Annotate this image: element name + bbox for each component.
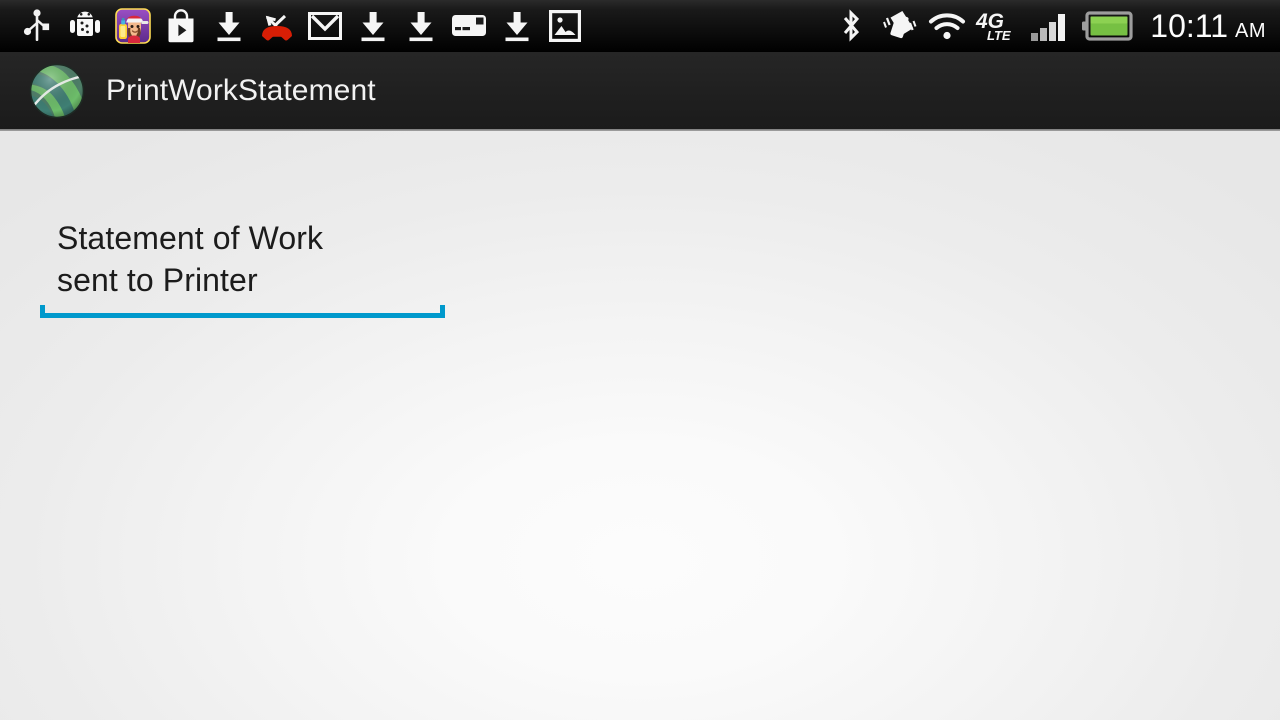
- sms-message-icon: [448, 4, 490, 48]
- underline-bar: [40, 313, 445, 318]
- android-debug-icon: [64, 4, 106, 48]
- missed-call-icon: [256, 4, 298, 48]
- vibrate-icon: [878, 4, 920, 48]
- download-icon-1: [208, 4, 250, 48]
- network-type-icon: 4G LTE: [974, 4, 1022, 48]
- play-store-icon: [160, 4, 202, 48]
- statement-text-field[interactable]: Statement of Work sent to Printer: [40, 217, 445, 318]
- clock-time: 10:11: [1150, 8, 1228, 44]
- status-bar-system-icons: 4G LTE 10:11 AM: [830, 0, 1280, 52]
- status-bar-notification-icons: [0, 0, 592, 52]
- text-field-underline: [40, 305, 445, 318]
- bluetooth-icon: [830, 4, 872, 48]
- battery-icon: [1080, 4, 1134, 48]
- gmail-icon: [304, 4, 346, 48]
- screenshot-image-icon: [544, 4, 586, 48]
- app-title: PrintWorkStatement: [106, 73, 376, 107]
- download-icon-2: [352, 4, 394, 48]
- main-content: Statement of Work sent to Printer: [0, 129, 1280, 720]
- android-screen: 4G LTE 10:11 AM PrintWorkStatement State…: [0, 0, 1280, 720]
- usb-icon: [16, 4, 58, 48]
- app-action-bar: PrintWorkStatement: [0, 52, 1280, 131]
- clock-meridiem: AM: [1235, 20, 1266, 42]
- underline-tick-right: [440, 305, 445, 318]
- download-icon-4: [496, 4, 538, 48]
- wifi-icon: [926, 4, 968, 48]
- att-globe-logo[interactable]: [28, 62, 86, 120]
- status-bar[interactable]: 4G LTE 10:11 AM: [0, 0, 1280, 52]
- statement-text-field-value[interactable]: Statement of Work sent to Printer: [40, 217, 445, 305]
- subway-surfers-app-icon: [112, 4, 154, 48]
- status-bar-clock: 10:11 AM: [1150, 10, 1266, 42]
- cell-signal-icon: [1028, 4, 1074, 48]
- download-icon-3: [400, 4, 442, 48]
- network-secondary-label: LTE: [987, 28, 1011, 43]
